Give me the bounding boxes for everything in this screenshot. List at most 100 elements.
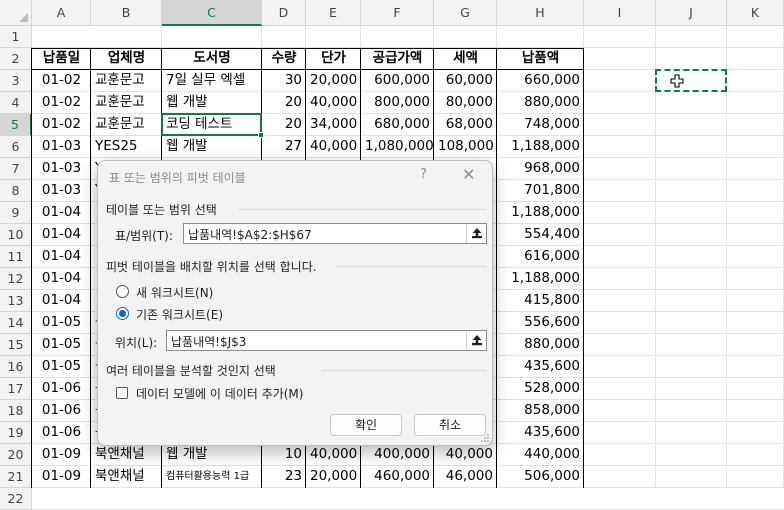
table-cell[interactable]: 01-05 xyxy=(33,334,90,355)
table-cell[interactable]: 01-04 xyxy=(33,268,90,289)
table-cell[interactable]: 46,000 xyxy=(435,466,496,487)
table-cell[interactable]: 600,000 xyxy=(362,70,433,91)
table-cell[interactable]: 1,188,000 xyxy=(498,202,583,223)
table-cell[interactable]: 968,000 xyxy=(498,158,583,179)
table-cell[interactable]: 10 xyxy=(263,444,305,465)
table-cell[interactable]: 01-04 xyxy=(33,290,90,311)
row-header[interactable]: 2 xyxy=(0,48,32,70)
table-cell[interactable]: 01-02 xyxy=(33,70,90,91)
row-header[interactable]: 12 xyxy=(0,268,32,290)
table-cell[interactable]: 7일 실무 엑셀 xyxy=(163,70,261,91)
column-header[interactable]: J xyxy=(656,0,727,26)
column-header[interactable]: D xyxy=(262,0,306,26)
table-cell[interactable]: 1,080,000 xyxy=(362,136,433,157)
table-cell[interactable]: 01-09 xyxy=(33,466,90,487)
row-header[interactable]: 3 xyxy=(0,70,32,92)
table-cell[interactable]: 북앤채널 xyxy=(92,466,161,487)
table-cell[interactable]: 528,000 xyxy=(498,378,583,399)
table-cell[interactable]: 20,000 xyxy=(307,466,360,487)
column-header[interactable]: K xyxy=(727,0,784,26)
table-cell[interactable]: 01-06 xyxy=(33,400,90,421)
table-cell[interactable]: 웹 개발 xyxy=(163,136,261,157)
table-cell[interactable]: 01-03 xyxy=(33,136,90,157)
row-header[interactable]: 21 xyxy=(0,466,32,488)
row-header[interactable]: 14 xyxy=(0,312,32,334)
row-header[interactable]: 15 xyxy=(0,334,32,356)
table-cell[interactable]: 01-03 xyxy=(33,158,90,179)
column-header[interactable]: I xyxy=(584,0,656,26)
table-cell[interactable]: 40,000 xyxy=(307,136,360,157)
range-field[interactable]: 납품내역!$A$2:$H$67 xyxy=(183,223,487,244)
table-cell[interactable]: 556,600 xyxy=(498,312,583,333)
table-cell[interactable]: 660,000 xyxy=(498,70,583,91)
table-header-cell[interactable]: 세액 xyxy=(435,48,496,69)
row-header[interactable]: 8 xyxy=(0,180,32,202)
table-cell[interactable]: 40,000 xyxy=(307,92,360,113)
table-cell[interactable]: 858,000 xyxy=(498,400,583,421)
table-cell[interactable]: 108,000 xyxy=(435,136,496,157)
help-button[interactable]: ? xyxy=(420,167,427,182)
table-cell[interactable]: 460,000 xyxy=(362,466,433,487)
table-cell[interactable]: 북앤채널 xyxy=(92,444,161,465)
data-model-label[interactable]: 데이터 모델에 이 데이터 추가(M) xyxy=(136,385,303,402)
table-cell[interactable]: 01-04 xyxy=(33,246,90,267)
table-cell[interactable]: 23 xyxy=(263,466,305,487)
cancel-button[interactable]: 취소 xyxy=(414,414,486,436)
table-cell[interactable]: 435,600 xyxy=(498,356,583,377)
table-cell[interactable]: 20,000 xyxy=(307,70,360,91)
table-cell[interactable]: 80,000 xyxy=(435,92,496,113)
row-header[interactable]: 19 xyxy=(0,422,32,444)
column-header[interactable]: A xyxy=(32,0,91,26)
table-cell[interactable]: 교훈문고 xyxy=(92,70,161,91)
table-cell[interactable]: 68,000 xyxy=(435,114,496,135)
table-cell[interactable]: 01-02 xyxy=(33,92,90,113)
table-cell[interactable]: 506,000 xyxy=(498,466,583,487)
table-cell[interactable]: 880,000 xyxy=(498,334,583,355)
row-header[interactable]: 20 xyxy=(0,444,32,466)
table-header-cell[interactable]: 납품일 xyxy=(33,48,90,69)
radio-new-label[interactable]: 새 워크시트(N) xyxy=(136,284,213,301)
location-field[interactable]: 납품내역!$J$3 xyxy=(166,330,487,351)
radio-new-worksheet[interactable] xyxy=(116,285,129,298)
table-cell[interactable]: YES25 xyxy=(92,136,161,157)
table-cell[interactable]: 01-04 xyxy=(33,202,90,223)
row-header[interactable]: 10 xyxy=(0,224,32,246)
radio-existing-worksheet[interactable] xyxy=(116,307,129,320)
table-cell[interactable]: 웹 개발 xyxy=(163,444,261,465)
column-header[interactable]: C xyxy=(162,0,262,26)
ok-button[interactable]: 확인 xyxy=(330,414,402,436)
table-cell[interactable]: 1,188,000 xyxy=(498,268,583,289)
table-cell[interactable]: 교훈문고 xyxy=(92,92,161,113)
column-header[interactable]: E xyxy=(306,0,361,26)
table-cell[interactable]: 컴퓨터활용능력 1급 xyxy=(163,466,261,487)
table-cell[interactable]: 01-06 xyxy=(33,378,90,399)
table-header-cell[interactable]: 업체명 xyxy=(92,48,161,69)
table-cell[interactable]: 30 xyxy=(263,70,305,91)
table-cell[interactable]: 01-03 xyxy=(33,180,90,201)
table-cell[interactable]: 01-05 xyxy=(33,356,90,377)
table-header-cell[interactable]: 수량 xyxy=(263,48,305,69)
table-header-cell[interactable]: 납품액 xyxy=(498,48,583,69)
row-header[interactable]: 22 xyxy=(0,488,32,510)
row-header[interactable]: 16 xyxy=(0,356,32,378)
table-cell[interactable]: 01-06 xyxy=(33,422,90,443)
active-cell[interactable] xyxy=(161,113,264,138)
table-cell[interactable]: 01-02 xyxy=(33,114,90,135)
table-cell[interactable]: 440,000 xyxy=(498,444,583,465)
data-model-checkbox[interactable] xyxy=(116,387,128,399)
table-cell[interactable]: 01-04 xyxy=(33,224,90,245)
table-header-cell[interactable]: 도서명 xyxy=(163,48,261,69)
table-cell[interactable]: 701,800 xyxy=(498,180,583,201)
table-cell[interactable]: 880,000 xyxy=(498,92,583,113)
select-all-corner[interactable] xyxy=(0,0,32,26)
table-cell[interactable]: 40,000 xyxy=(307,444,360,465)
row-header[interactable]: 17 xyxy=(0,378,32,400)
collapse-dialog-icon[interactable] xyxy=(466,331,486,350)
column-header[interactable]: B xyxy=(91,0,162,26)
table-cell[interactable]: 748,000 xyxy=(498,114,583,135)
row-header[interactable]: 7 xyxy=(0,158,32,180)
table-cell[interactable]: 01-05 xyxy=(33,312,90,333)
close-icon[interactable]: ✕ xyxy=(462,165,475,184)
table-cell[interactable]: 01-09 xyxy=(33,444,90,465)
table-cell[interactable]: 1,188,000 xyxy=(498,136,583,157)
